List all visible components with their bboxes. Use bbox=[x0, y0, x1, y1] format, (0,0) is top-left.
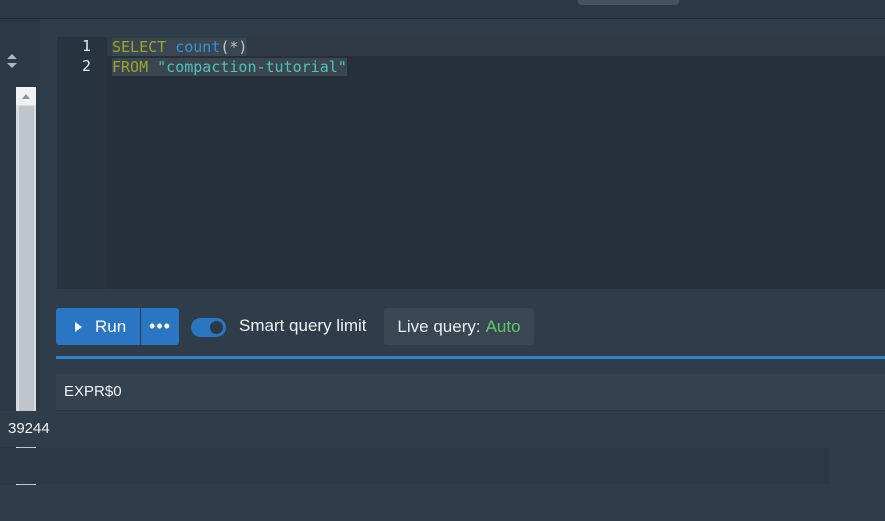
column-header[interactable]: EXPR$0 bbox=[64, 374, 122, 410]
sort-updown-icon[interactable] bbox=[5, 52, 19, 70]
smart-query-label: Smart query limit bbox=[239, 316, 367, 335]
results-divider[interactable] bbox=[56, 356, 885, 359]
live-query-value: Auto bbox=[485, 316, 521, 336]
live-query-label: Live query: bbox=[397, 316, 481, 336]
run-label: Run bbox=[95, 316, 127, 336]
play-icon bbox=[75, 321, 82, 332]
live-query-button[interactable]: Live query: Auto bbox=[384, 308, 534, 345]
chevron-up-icon[interactable] bbox=[16, 87, 36, 105]
table-header: EXPR$0 bbox=[56, 374, 885, 411]
table-row-empty bbox=[0, 448, 829, 484]
toggle-knob bbox=[210, 321, 223, 334]
run-button[interactable]: Run bbox=[56, 308, 140, 345]
line-number: 1 bbox=[81, 37, 91, 55]
code-line-2[interactable]: FROM "compaction-tutorial" bbox=[112, 57, 347, 77]
sql-editor[interactable]: 1 2 SELECT count(*) FROM "compaction-tut… bbox=[57, 37, 885, 289]
sql-string: "compaction-tutorial" bbox=[157, 58, 347, 76]
sql-keyword: FROM bbox=[112, 58, 149, 76]
top-bar bbox=[0, 0, 885, 19]
line-number: 2 bbox=[81, 57, 91, 75]
more-options-button[interactable]: ••• bbox=[141, 308, 179, 345]
code-line-1[interactable]: SELECT count(*) bbox=[112, 37, 248, 57]
table-row-empty bbox=[0, 485, 829, 521]
sql-keyword: SELECT bbox=[112, 38, 167, 56]
line-gutter: 1 2 bbox=[57, 37, 107, 289]
smart-query-toggle[interactable] bbox=[191, 318, 226, 337]
sql-args: (*) bbox=[220, 38, 248, 56]
table-row: 39244 bbox=[0, 411, 829, 447]
top-tab[interactable] bbox=[578, 0, 679, 5]
sql-function: count bbox=[175, 38, 221, 56]
table-cell: 39244 bbox=[8, 420, 50, 437]
